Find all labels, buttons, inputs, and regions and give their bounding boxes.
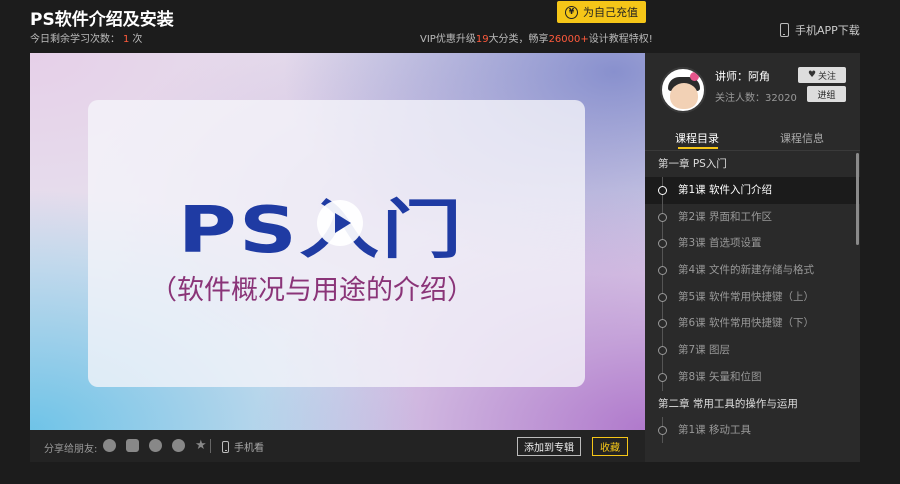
catalog-chapter: 第二章 常用工具的操作与运用 [658,397,798,410]
vip-courses-count: 26000+ [548,34,589,45]
app-download-label: 手机APP下载 [795,24,860,37]
tab-course-catalog[interactable]: 课程目录 [675,130,719,146]
qq-icon[interactable] [103,439,116,452]
mobile-watch-label: 手机看 [234,443,264,454]
timeline-dot-icon [658,212,667,222]
lesson-label: 第3课 首选项设置 [678,237,762,250]
divider [210,439,211,453]
catalog-lesson[interactable]: 第1课 移动工具 [645,416,860,444]
lesson-label: 第6课 软件常用快捷键（下） [678,317,815,330]
catalog-lesson[interactable]: 第3课 首选项设置 [645,230,860,258]
tab-course-info[interactable]: 课程信息 [780,130,824,146]
catalog-lesson[interactable]: 第5课 软件常用快捷键（上） [645,283,860,311]
catalog-lesson[interactable]: 第8课 矢量和位图 [645,363,860,391]
lesson-label: 第4课 文件的新建存储与格式 [678,264,815,277]
timeline-dot-icon [658,346,667,356]
mobile-phone-icon [780,23,789,37]
heart-icon: ♥ [807,70,817,80]
video-subtitle-text: （软件概况与用途的介绍） [150,275,474,306]
timeline-dot-icon [658,239,667,249]
weibo-icon[interactable] [149,439,162,452]
qzone-icon[interactable] [126,439,139,452]
timeline-dot-icon [658,186,667,195]
mobile-watch-link[interactable]: 手机看 [222,439,264,454]
vip-categories-count: 19 [475,34,489,45]
panel-tabs: 课程目录 课程信息 [645,123,860,151]
timeline-dot-icon [658,372,667,382]
recharge-button[interactable]: ¥ 为自己充值 [557,1,646,23]
vip-mid: 大分类，畅享 [488,34,549,45]
course-catalog-list: 第一章 PS入门第1课 软件入门介绍 第2课 界面和工作区 第3课 首选项设置第4课… [645,151,860,462]
mobile-phone-icon [222,440,229,453]
video-player[interactable]: PS入门 （软件概况与用途的介绍） [30,53,645,430]
remaining-unit: 次 [132,34,143,45]
vip-prefix: VIP优惠升级 [420,34,476,45]
lesson-label: 第2课 界面和工作区 [678,210,773,223]
favorite-star-icon[interactable]: ★ [195,439,208,452]
recharge-label: 为自己充值 [583,6,638,19]
add-to-album-button[interactable]: 添加到专辑 [517,437,581,456]
course-side-panel: 讲师：阿角 关注人数：32020 ♥ 关注 进组 课程目录 课程信息 第一章 P… [645,53,860,462]
catalog-scrollbar[interactable] [856,153,859,245]
active-tab-indicator [678,147,718,149]
play-icon[interactable] [317,200,363,246]
timeline-dot-icon [658,292,667,302]
avatar-face [670,83,698,109]
catalog-lesson[interactable]: 第6课 软件常用快捷键（下） [645,310,860,338]
teacher-name: 讲师：阿角 [715,70,770,83]
video-action-bar: 分享给朋友: ★ 手机看 添加到专辑 收藏 [30,430,645,462]
course-title: PS软件介绍及安装 [30,10,174,30]
enter-group-button[interactable]: 进组 [807,86,846,102]
catalog-lesson[interactable]: 第7课 图层 [645,337,860,364]
collect-button[interactable]: 收藏 [592,437,628,456]
yuan-coin-icon: ¥ [565,5,578,19]
catalog-lesson[interactable]: 第4课 文件的新建存储与格式 [645,257,860,284]
avatar-flower [690,72,699,81]
remaining-study-count: 今日剩余学习次数： 1 次 [30,30,142,45]
lesson-label: 第1课 移动工具 [678,423,752,436]
follower-count: 关注人数：32020 [715,93,797,104]
follow-label: 关注 [818,71,837,82]
remaining-label: 今日剩余学习次数： [30,34,120,45]
catalog-lesson[interactable]: 第2课 界面和工作区 [645,203,860,231]
remaining-count: 1 [123,34,130,45]
vip-promo-link[interactable]: VIP优惠升级19大分类，畅享26000+设计教程特权! [420,30,653,45]
vip-suffix: 设计教程特权! [588,34,653,45]
catalog-chapter: 第一章 PS入门 [658,158,727,170]
lesson-label: 第5课 软件常用快捷键（上） [678,290,815,303]
catalog-lesson[interactable]: 第1课 软件入门介绍 [645,177,860,204]
timeline-dot-icon [658,425,667,435]
wechat-icon[interactable] [172,439,185,452]
timeline-dot-icon [658,319,667,329]
share-label: 分享给朋友: [44,444,98,455]
timeline-dot-icon [658,266,667,276]
avatar[interactable] [660,67,706,113]
lesson-label: 第1课 软件入门介绍 [678,184,773,196]
lesson-label: 第7课 图层 [678,344,731,357]
app-download-link[interactable]: 手机APP下载 [780,22,860,38]
share-icon-group: ★ [103,439,208,452]
follow-button[interactable]: ♥ 关注 [798,67,846,83]
lesson-label: 第8课 矢量和位图 [678,370,762,383]
